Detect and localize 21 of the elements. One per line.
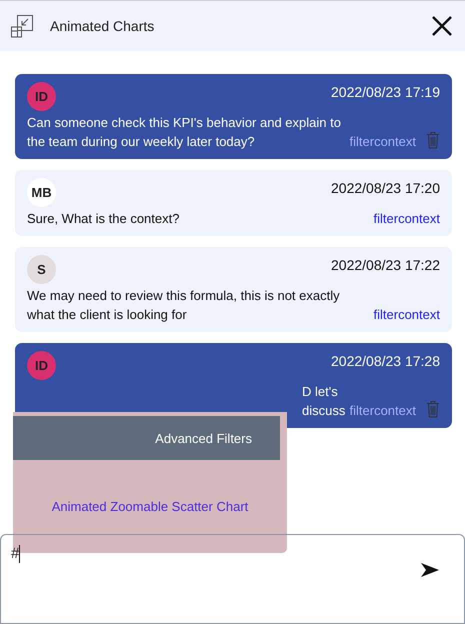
message-input-field[interactable]: # — [0, 534, 465, 624]
send-icon[interactable] — [421, 563, 439, 577]
avatar: ID — [27, 351, 56, 380]
menu-item[interactable]: Advanced Filters — [13, 416, 280, 460]
filter-context-link[interactable]: filtercontext — [350, 132, 416, 151]
message-text: We may need to review this formula, this is not exactly what the client is looking for — [27, 287, 341, 324]
avatar: ID — [27, 82, 56, 111]
avatar: S — [27, 255, 56, 284]
message-text: Can someone check this KPI's behavior and explain to the team during our weekly later today? — [27, 114, 342, 151]
message-time: 2022/08/23 17:19 — [331, 84, 440, 100]
minimize-window-icon[interactable] — [10, 14, 34, 38]
filter-context-link[interactable]: filtercontext — [374, 305, 440, 324]
close-icon[interactable] — [431, 15, 453, 37]
avatar: MB — [27, 178, 56, 207]
filter-context-link[interactable]: filtercontext — [374, 209, 440, 228]
message-time: 2022/08/23 17:22 — [331, 257, 440, 273]
window-title: Animated Charts — [50, 18, 156, 34]
filter-context-link[interactable]: filtercontext — [350, 401, 416, 420]
message-time: 2022/08/23 17:28 — [331, 353, 440, 369]
message-time: 2022/08/23 17:20 — [331, 180, 440, 196]
message-text: Sure, What is the context? — [27, 210, 180, 228]
